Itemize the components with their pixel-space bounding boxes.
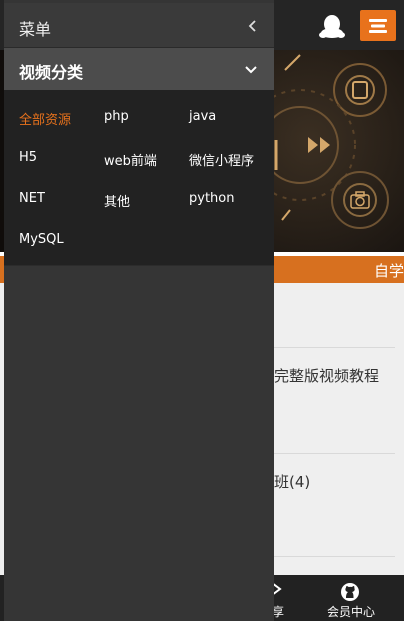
category-item-java[interactable]: java xyxy=(189,109,216,124)
category-item-h5[interactable]: H5 xyxy=(19,150,37,165)
category-grid: 全部资源 php java H5 web前端 微信小程序 NET 其他 pyth… xyxy=(4,90,274,266)
category-item-other[interactable]: 其他 xyxy=(104,191,130,210)
category-title: 视频分类 xyxy=(19,63,84,82)
side-drawer: 菜单 视频分类 全部资源 php java H5 web前端 微信小程序 NET… xyxy=(4,0,274,621)
divider xyxy=(274,556,395,557)
nav-member-label[interactable]: 会员中心 xyxy=(327,603,375,620)
drawer-title: 菜单 xyxy=(19,20,52,39)
category-header[interactable]: 视频分类 xyxy=(4,48,274,90)
category-item-net[interactable]: NET xyxy=(19,191,45,206)
divider xyxy=(274,347,395,348)
menu-button[interactable] xyxy=(360,10,396,41)
list-item[interactable]: 完整版视频教程 xyxy=(274,365,379,386)
list-item[interactable]: 班(4) xyxy=(274,471,310,492)
drawer-header: 菜单 xyxy=(4,3,274,48)
category-item-php[interactable]: php xyxy=(104,109,129,124)
section-title-text: 自学 xyxy=(373,262,404,280)
qq-penguin-icon[interactable] xyxy=(318,13,346,39)
chevron-left-icon[interactable] xyxy=(244,17,262,35)
github-icon[interactable] xyxy=(340,582,360,602)
category-item-web[interactable]: web前端 xyxy=(104,150,157,169)
category-item-mysql[interactable]: MySQL xyxy=(19,232,64,247)
divider xyxy=(274,453,395,454)
chevron-down-icon[interactable] xyxy=(242,62,260,78)
camera-icon xyxy=(350,191,370,209)
category-item-python[interactable]: python xyxy=(189,191,234,206)
category-item-miniprogram[interactable]: 微信小程序 xyxy=(189,150,254,169)
category-item-all[interactable]: 全部资源 xyxy=(19,109,71,128)
menu-icon xyxy=(369,18,387,33)
